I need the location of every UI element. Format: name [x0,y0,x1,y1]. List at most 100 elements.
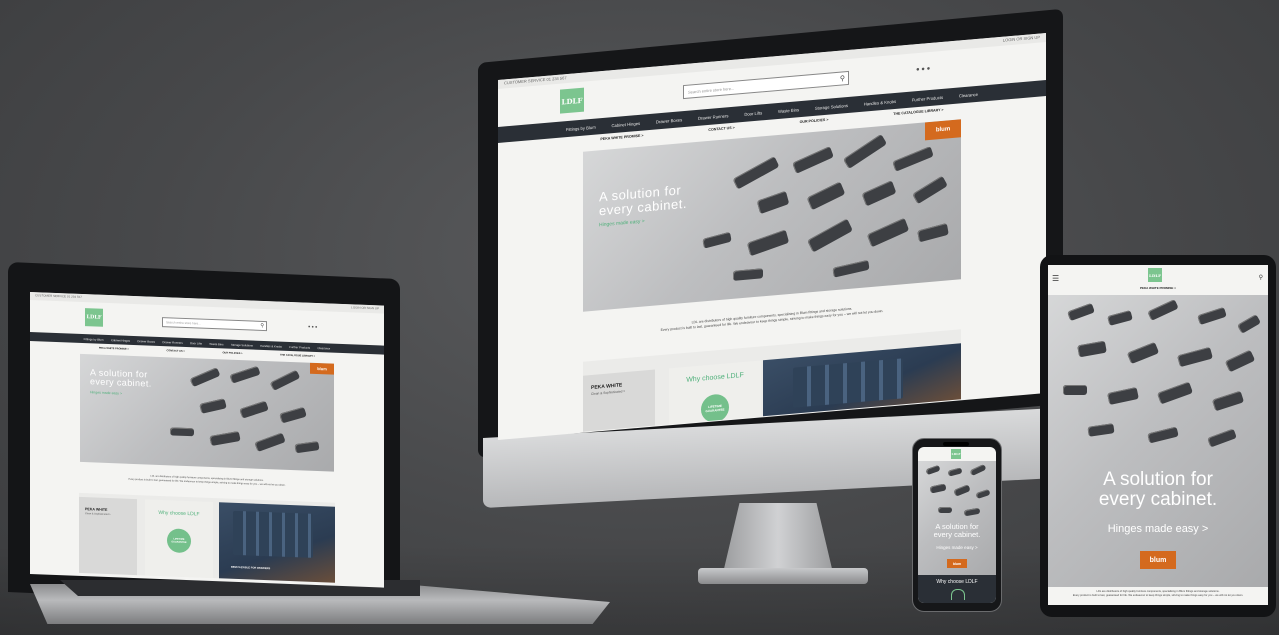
hinge-image [1147,426,1179,444]
blum-badge[interactable]: blum [925,119,961,141]
nav-item-hinges[interactable]: Cabinet Hinges [611,120,640,127]
site-logo[interactable]: LDLF [85,308,103,327]
hinge-image [199,398,227,414]
nav-item-drawer-runners[interactable]: Drawer Runners [698,113,729,121]
hinge-image [975,488,991,500]
hero-banner[interactable]: A solution for every cabinet. Hinges mad… [80,353,334,472]
hero-title-line1: A solution for [1103,469,1213,490]
social-icon[interactable]: ● ● ● [916,66,930,73]
nav-item-further[interactable]: Further Products [289,344,310,349]
blum-badge[interactable]: blum [947,559,967,568]
drawer-card[interactable]: BEM FLEXIBLE FOR DRAWERS [219,502,335,583]
account-links[interactable]: LOGIN OR SIGN UP [351,305,379,312]
nav-item-handles[interactable]: Handles & Knobs [260,343,282,348]
logo-text: LDLF [86,314,102,321]
hinge-image [917,223,949,243]
hinge-image [254,432,286,453]
hinge-image [925,464,941,476]
nav-item-fittings[interactable]: Fittings by Blum [566,124,596,132]
hero-link[interactable]: Hinges made easy > [1048,523,1268,535]
nav-item-waste-bins[interactable]: Waste Bins [209,341,223,346]
nav-item-waste-bins[interactable]: Waste Bins [778,107,799,114]
hinge-image [963,507,981,517]
hero-title-line2: every cabinet. [933,529,981,539]
sub-link-peka[interactable]: PEKA WHITE PROMISE > [600,134,643,142]
sub-link-policies[interactable]: OUR POLICIES > [800,118,829,124]
nav-item-hinges[interactable]: Cabinet Hinges [111,338,130,343]
hero-banner[interactable]: A solution for every cabinet. Hinges mad… [1048,295,1268,587]
why-choose-card[interactable]: Why choose LDLF LIFETIME GUARANTEE [145,499,213,579]
blum-badge[interactable]: blum [310,362,334,375]
tablet-screen: ☰ LDLF ⚲ PEKA WHITE PROMISE > A solution… [1048,265,1268,605]
hinge-image [1197,306,1227,326]
hero-banner[interactable]: A solution for every cabinet. Hinges mad… [583,119,961,312]
intro-text: LDL are distributors of high quality fur… [30,470,384,491]
nav-item-clearance[interactable]: Clearance [317,346,330,350]
phone-notch [943,442,969,446]
hinge-image [209,431,241,446]
site-logo[interactable]: LDLF [951,449,961,459]
search-input[interactable]: Search entire store here... ⚲ [162,317,267,332]
site-logo[interactable]: LDLF [1148,268,1162,282]
hero-link[interactable]: Hinges made easy > [90,390,122,395]
nav-item-storage[interactable]: Storage Solutions [231,342,253,347]
search-icon[interactable]: ⚲ [840,74,848,82]
why-choose-section: Why choose LDLF [918,575,996,603]
hinge-image [1126,341,1160,365]
hinge-image [807,218,853,253]
hinge-image [792,146,834,174]
phone-header: LDLF [918,447,996,461]
hero-link[interactable]: Hinges made easy > [918,545,996,550]
nav-item-door-lifts[interactable]: Door Lifts [190,341,202,345]
sub-link-contact[interactable]: CONTACT US > [166,349,184,353]
hinge-image [892,146,934,172]
nav-item-clearance[interactable]: Clearance [959,91,978,98]
laptop: CUSTOMER SERVICE 01 234 567 LOGIN OR SIG… [0,262,610,632]
hero-title: A solution for every cabinet. [90,367,152,390]
sub-link-catalogue[interactable]: THE CATALOGUE LIBRARY > [893,108,943,116]
hero-title-line2: every cabinet. [90,376,152,390]
social-icon[interactable]: ● ● ● [308,324,317,329]
nav-item-drawer-runners[interactable]: Drawer Runners [162,340,182,345]
hinge-image [1156,381,1194,405]
stamp-text: LIFETIME GUARANTEE [171,537,187,545]
logo-text: LDLF [951,452,961,456]
search-icon[interactable]: ⚲ [260,323,266,329]
sub-link-policies[interactable]: OUR POLICIES > [222,351,242,355]
sub-link-catalogue[interactable]: THE CATALOGUE LIBRARY > [280,353,315,357]
blum-badge[interactable]: blum [1140,551,1176,569]
imac-foot [698,568,868,584]
hero-link[interactable]: Hinges made easy > [599,218,645,228]
hinge-image [702,231,732,249]
nav-item-further[interactable]: Further Products [912,94,943,102]
hinge-image [239,400,269,419]
tablet-promo-link[interactable]: PEKA WHITE PROMISE > [1048,286,1268,290]
why-choose-card[interactable]: Why choose LDLF LIFETIME GUARANTEE [669,360,761,425]
nav-item-handles[interactable]: Handles & Knobs [864,98,896,106]
search-input[interactable]: Search entire store here... ⚲ [683,70,849,100]
hinge-image [1107,310,1133,326]
hinge-image [806,181,846,211]
hinge-image [929,483,947,494]
promo-row: PEKA WHITE Clean & Sophisticated > Why c… [79,493,335,583]
lifetime-guarantee-stamp: LIFETIME GUARANTEE [701,393,729,424]
peka-white-card[interactable]: PEKA WHITE Clean & Sophisticated > [79,497,137,576]
hinge-image [953,484,971,497]
nav-item-fittings[interactable]: Fittings by Blum [84,337,104,342]
hero-banner[interactable]: A solution for every cabinet. Hinges mad… [918,461,996,575]
site-logo[interactable]: LDLF [560,87,584,114]
search-icon[interactable]: ⚲ [1259,274,1263,281]
nav-item-drawer-boxes[interactable]: Drawer Boxes [137,339,155,344]
search-placeholder: Search entire store here... [166,320,201,326]
hinge-image [1207,428,1237,448]
nav-item-door-lifts[interactable]: Door Lifts [744,110,762,117]
hamburger-icon[interactable]: ☰ [1052,274,1059,283]
drawer-caption[interactable]: BEM FLEXIBLE FOR DRAWERS [231,566,270,571]
hinge-image [269,369,301,391]
nav-item-drawer-boxes[interactable]: Drawer Boxes [656,117,682,124]
hero-title: A solution for every cabinet. [918,523,996,539]
sub-link-contact[interactable]: CONTACT US > [708,126,734,132]
sub-link-peka[interactable]: PEKA WHITE PROMISE > [99,346,129,350]
hinge-image [1107,387,1139,405]
nav-item-storage[interactable]: Storage Solutions [815,103,848,111]
